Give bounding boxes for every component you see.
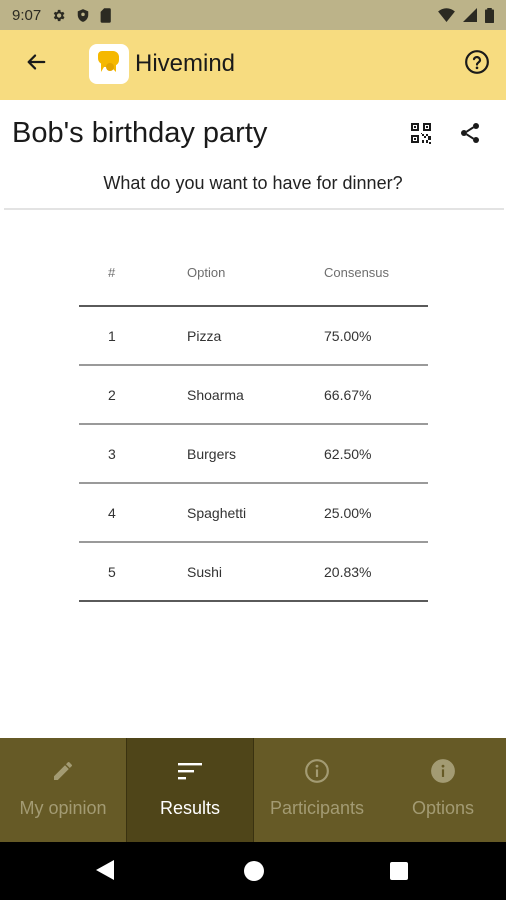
app-title: Hivemind <box>135 50 236 77</box>
tab-label: Participants <box>269 798 365 818</box>
table-row: 1 Pizza 75.00% <box>79 307 428 366</box>
bottom-navigation: My opinion Results Participants Options <box>0 738 506 842</box>
back-button[interactable] <box>14 42 58 86</box>
consensus-cell: 75.00% <box>324 328 372 344</box>
tab-options[interactable]: Options <box>380 738 506 842</box>
option-cell: Spaghetti <box>187 505 247 521</box>
wifi-icon <box>438 8 455 22</box>
consensus-cell: 25.00% <box>324 505 372 521</box>
status-right <box>438 7 494 23</box>
option-cell: Shoarma <box>187 387 244 403</box>
shield-icon <box>76 8 90 23</box>
battery-icon <box>485 7 494 23</box>
triangle-back-icon <box>96 860 114 880</box>
tab-label: Results <box>159 798 221 818</box>
rank-cell: 5 <box>108 564 116 580</box>
tab-label: My opinion <box>19 798 107 818</box>
header-divider <box>4 208 504 210</box>
qr-code-button[interactable] <box>402 116 440 154</box>
app-bar: Hivemind <box>0 30 506 100</box>
table-row: 2 Shoarma 66.67% <box>79 366 428 425</box>
info-outline-icon <box>304 758 330 784</box>
qr-code-icon <box>409 121 433 150</box>
header-consensus: Consensus <box>324 265 390 280</box>
consensus-cell: 66.67% <box>324 387 372 403</box>
status-time: 9:07 <box>12 6 42 24</box>
table-row: 5 Sushi 20.83% <box>79 543 428 602</box>
rank-cell: 2 <box>108 387 116 403</box>
consensus-cell: 62.50% <box>324 446 372 462</box>
info-filled-icon <box>430 758 456 784</box>
results-table: # Option Consensus 1 Pizza 75.00% 2 Shoa… <box>79 247 428 602</box>
status-bar: 9:07 <box>0 0 506 30</box>
option-cell: Burgers <box>187 446 237 462</box>
sort-icon <box>177 758 203 784</box>
sd-card-icon <box>100 7 112 23</box>
rank-cell: 4 <box>108 505 116 521</box>
header-rank: # <box>108 265 116 280</box>
table-row: 3 Burgers 62.50% <box>79 425 428 484</box>
system-recents-button[interactable] <box>390 862 408 880</box>
system-home-button[interactable] <box>244 861 264 881</box>
poll-question: What do you want to have for dinner? <box>103 173 403 193</box>
app-logo <box>89 44 129 84</box>
tab-label: Options <box>411 798 475 818</box>
system-navigation-bar <box>0 842 506 900</box>
consensus-cell: 20.83% <box>324 564 372 580</box>
share-button[interactable] <box>451 116 489 154</box>
rank-cell: 3 <box>108 446 116 462</box>
tab-participants[interactable]: Participants <box>254 738 380 842</box>
help-button[interactable] <box>455 42 499 86</box>
table-row: 4 Spaghetti 25.00% <box>79 484 428 543</box>
page-title: Bob's birthday party <box>12 117 268 149</box>
settings-icon <box>51 8 66 23</box>
cellular-icon <box>463 8 477 22</box>
help-icon <box>464 49 490 80</box>
hivemind-logo-icon <box>94 47 124 82</box>
rank-cell: 1 <box>108 328 116 344</box>
header-option: Option <box>187 265 226 280</box>
table-header: # Option Consensus <box>79 247 428 307</box>
pencil-icon <box>51 758 75 784</box>
tab-my-opinion[interactable]: My opinion <box>0 738 126 842</box>
share-icon <box>458 121 482 150</box>
option-cell: Sushi <box>187 564 223 580</box>
option-cell: Pizza <box>187 328 222 344</box>
status-left: 9:07 <box>12 7 112 24</box>
arrow-back-icon <box>25 51 47 78</box>
system-back-button[interactable] <box>95 859 115 886</box>
tab-results[interactable]: Results <box>126 738 254 842</box>
